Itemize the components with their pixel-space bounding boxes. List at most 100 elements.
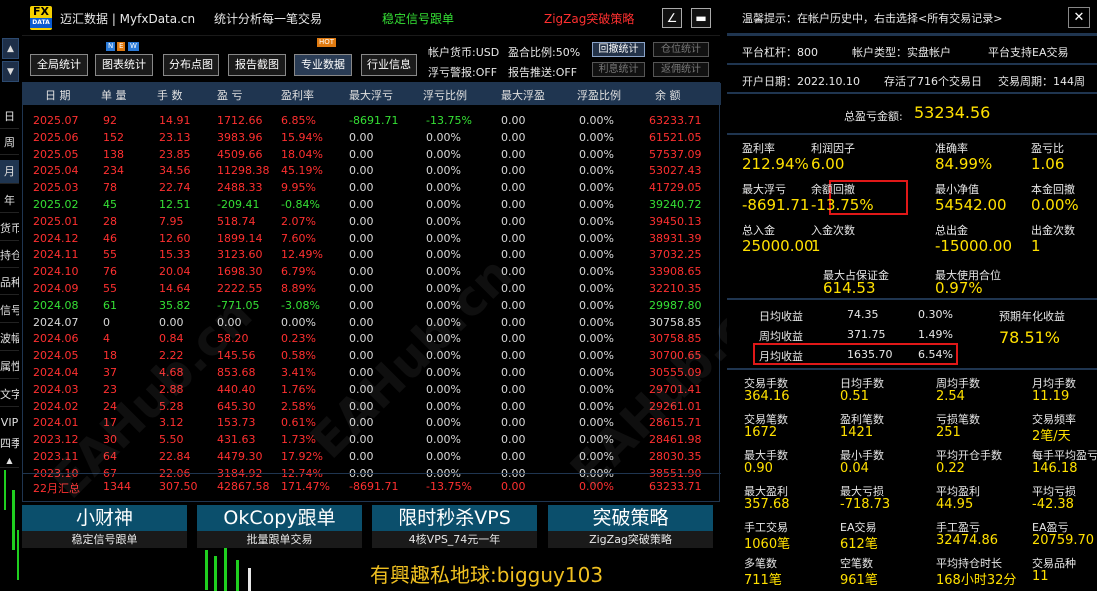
table-cell: 0.00	[349, 130, 374, 144]
account-currency: 帐户货币:USD	[428, 46, 500, 59]
table-cell: 2025.04	[33, 164, 79, 178]
side-tab-day[interactable]: 日	[0, 105, 19, 129]
strategy-link-red[interactable]: ZigZag突破策略	[544, 10, 634, 27]
table-row[interactable]: 2024.11 55 15.33 3123.60 12.49% 0.00 0.00% 0.00…	[23, 247, 721, 264]
table-row[interactable]: 2025.04 234 34.56 11298.38 45.19% 0.00 0.00% 0.…	[23, 163, 721, 180]
table-cell: 0.00%	[579, 265, 614, 279]
table-row[interactable]: 2024.12 46 12.60 1899.14 7.60% 0.00 0.00% 0.00 0…	[23, 231, 721, 248]
report-screenshot-button[interactable]: 报告截图	[228, 54, 286, 76]
table-cell: 0.00	[501, 349, 526, 363]
side-tab-week[interactable]: 周	[0, 131, 19, 155]
scroll-up-icon[interactable]: ▲	[2, 38, 19, 59]
table-cell: 2024.03	[33, 382, 79, 396]
table-row[interactable]: 2025.05 138 23.85 4509.66 18.04% 0.00 0.00% 0.0…	[23, 147, 721, 164]
distribution-plot-button[interactable]: 分布点图	[163, 54, 219, 76]
rebate-stats-button[interactable]: 返佣统计	[653, 62, 709, 77]
chart-stats-button[interactable]: 图表统计	[95, 54, 153, 76]
edit-button[interactable]: ∠	[662, 8, 682, 28]
float-loss-alert[interactable]: 浮亏警报:OFF	[428, 64, 497, 80]
col-max-float-loss[interactable]: 最大浮亏	[349, 87, 393, 103]
table-row[interactable]: 2025.01 28 7.95 518.74 2.07% 0.00 0.00% 0.00 0.0…	[23, 214, 721, 231]
table-row[interactable]: 2024.07 0 0.00 0.00 0.00% 0.00 0.00% 0.00 0.00% 3…	[23, 315, 721, 332]
leverage: 平台杠杆：800	[742, 46, 818, 59]
table-cell: 0.00%	[426, 181, 461, 195]
table-cell: 0.00%	[426, 416, 461, 430]
interest-stats-button[interactable]: 利息统计	[592, 62, 645, 77]
table-row[interactable]: 2024.06 4 0.84 58.20 0.23% 0.00 0.00% 0.00 0.00%…	[23, 331, 721, 348]
col-balance[interactable]: 余 额	[655, 87, 681, 103]
col-profit[interactable]: 盈 亏	[217, 87, 243, 103]
table-row[interactable]: 2025.07 92 14.91 1712.66 6.85% -8691.71 -13.75…	[23, 113, 721, 130]
col-lots[interactable]: 手 数	[157, 87, 183, 103]
side-tab-range[interactable]: 波幅	[0, 327, 19, 351]
side-tab-year[interactable]: 年	[0, 189, 19, 213]
col-profit-rate[interactable]: 盈利率	[281, 87, 314, 103]
table-cell: 38931.39	[649, 231, 702, 245]
col-orders[interactable]: 单 量	[101, 87, 127, 103]
promo-vps-button[interactable]: 限时秒杀VPS	[372, 505, 537, 531]
stats3-value: 1	[811, 237, 821, 255]
side-tab-text[interactable]: 文字	[0, 383, 19, 407]
side-tab-attribute[interactable]: 属性	[0, 355, 19, 379]
side-tab-month[interactable]: 月	[0, 160, 19, 184]
table-cell: 645.30	[217, 399, 256, 413]
scroll-down-icon[interactable]: ▼	[2, 61, 19, 82]
table-cell: 2024.01	[33, 416, 79, 430]
table-cell: 0.00	[349, 147, 374, 161]
summary-cell: 42867.58	[217, 480, 270, 493]
table-cell: 12.51	[159, 198, 191, 211]
drawdown-stats-button[interactable]: 回撤统计	[592, 42, 645, 57]
stats2-label: 余额回撤	[811, 183, 855, 196]
promo-okcopy-button[interactable]: OkCopy跟单	[197, 505, 362, 531]
side-tab-symbol[interactable]: 品种	[0, 271, 19, 295]
monthly-label: 月均收益	[759, 350, 803, 363]
col-max-float-profit[interactable]: 最大浮盈	[501, 87, 545, 103]
col-float-loss-ratio[interactable]: 浮亏比例	[423, 87, 467, 103]
table-cell: 0.00	[501, 214, 526, 228]
table-cell: 0.00	[349, 315, 374, 329]
table-cell: 0.00	[349, 248, 374, 262]
side-tab-signal[interactable]: 信号	[0, 299, 19, 323]
grid-value: 364.16	[744, 389, 790, 404]
table-row[interactable]: 2024.10 76 20.04 1698.30 6.79% 0.00 0.00% 0.00 0…	[23, 264, 721, 281]
table-cell: 6.79%	[281, 265, 316, 279]
table-cell: 0.00%	[426, 214, 461, 228]
table-cell: 2.07%	[281, 214, 316, 228]
table-cell: 0.00%	[579, 315, 614, 329]
promo-breakout-button[interactable]: 突破策略	[548, 505, 713, 531]
side-tab-season[interactable]: 四季	[0, 432, 19, 456]
industry-info-button[interactable]: 行业信息	[361, 54, 417, 76]
table-cell: 2025.07	[33, 114, 79, 127]
table-cell: 0.00%	[579, 198, 614, 211]
pro-data-button[interactable]: 专业数据	[294, 54, 352, 76]
grid-value: 1060笔	[744, 537, 791, 552]
header-bar: FX DATA 迈汇数据 | MyfxData.cn 统计分析每一笔交易 稳定信…	[22, 0, 720, 36]
table-cell: 2025.05	[33, 147, 79, 161]
side-tab-more-icon[interactable]: ▲	[0, 454, 19, 468]
table-row[interactable]: 2025.03 78 22.74 2488.33 9.95% 0.00 0.00% 0.00 0…	[23, 180, 721, 197]
global-stats-button[interactable]: 全局统计	[30, 54, 88, 76]
minimize-button[interactable]: ▬	[691, 8, 711, 28]
table-cell: 2.58%	[281, 399, 316, 413]
table-row[interactable]: 2024.09 55 14.64 2222.55 8.89% 0.00 0.00% 0.00 0…	[23, 281, 721, 298]
position-stats-button[interactable]: 仓位统计	[653, 42, 709, 57]
table-row[interactable]: 2024.08 61 35.82 -771.05 -3.08% 0.00 0.00% 0.00…	[23, 298, 721, 315]
strategy-link-green[interactable]: 稳定信号跟单	[382, 10, 454, 27]
table-cell: 0.00	[501, 114, 526, 127]
table-cell: 2024.06	[33, 332, 79, 346]
col-float-profit-ratio[interactable]: 浮盈比例	[577, 87, 621, 103]
promo-xiaocaishen-button[interactable]: 小财神	[22, 505, 187, 531]
close-icon[interactable]: ✕	[1068, 7, 1090, 28]
max-used-value: 0.97%	[935, 279, 983, 297]
table-cell: 11298.38	[217, 164, 270, 178]
table-row[interactable]: 2025.02 45 12.51 -209.41 -0.84% 0.00 0.00% 0.00…	[23, 197, 721, 214]
col-date[interactable]: 日 期	[45, 87, 71, 103]
table-cell: 0.00	[349, 265, 374, 279]
table-cell: 0.00%	[579, 130, 614, 144]
side-tab-position[interactable]: 持仓	[0, 244, 19, 268]
table-row[interactable]: 2025.06 152 23.13 3983.96 15.94% 0.00 0.00% 0.0…	[23, 130, 721, 147]
side-tab-currency[interactable]: 货币	[0, 217, 19, 241]
new-badge-w[interactable]: W	[128, 42, 139, 51]
report-push[interactable]: 报告推送:OFF	[508, 64, 577, 80]
stats3-label: 出金次数	[1031, 224, 1075, 237]
